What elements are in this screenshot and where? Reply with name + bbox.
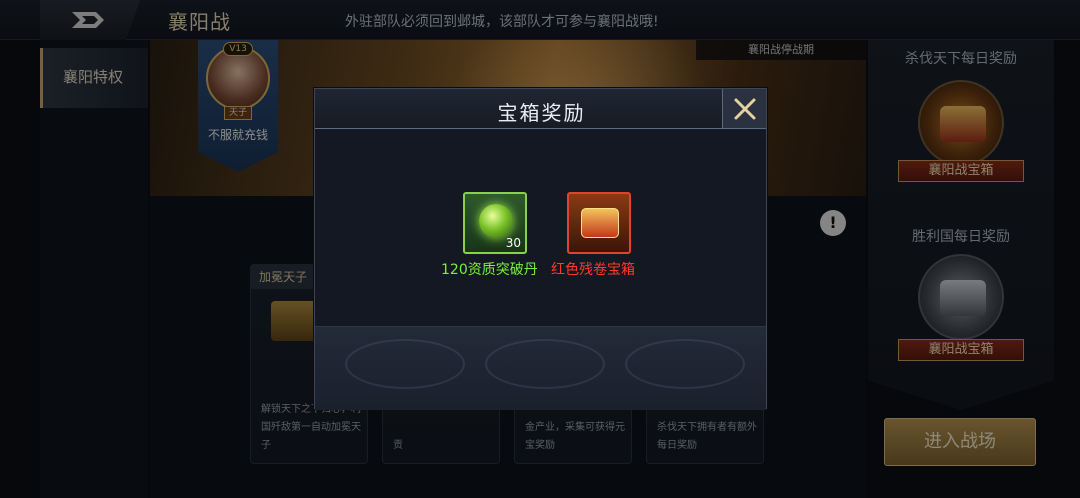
green-pill-icon <box>479 204 513 238</box>
item-name: 红色残卷宝箱 <box>551 262 635 278</box>
reward-item[interactable] <box>567 192 631 254</box>
reward-items <box>315 130 766 326</box>
cloud-ornament <box>345 339 465 389</box>
close-icon <box>734 98 756 120</box>
modal-header: 宝箱奖励 <box>315 89 766 129</box>
cloud-ornament <box>485 339 605 389</box>
item-name: 120资质突破丹 <box>441 262 538 278</box>
item-count: 30 <box>505 236 521 250</box>
red-treasure-chest-icon <box>581 208 619 238</box>
cloud-ornament <box>625 339 745 389</box>
modal-title: 宝箱奖励 <box>497 101 586 125</box>
close-button[interactable] <box>722 89 766 129</box>
chest-reward-modal: 宝箱奖励 30 120资质突破丹 红色残卷宝箱 <box>314 88 767 410</box>
reward-item[interactable]: 30 <box>463 192 527 254</box>
